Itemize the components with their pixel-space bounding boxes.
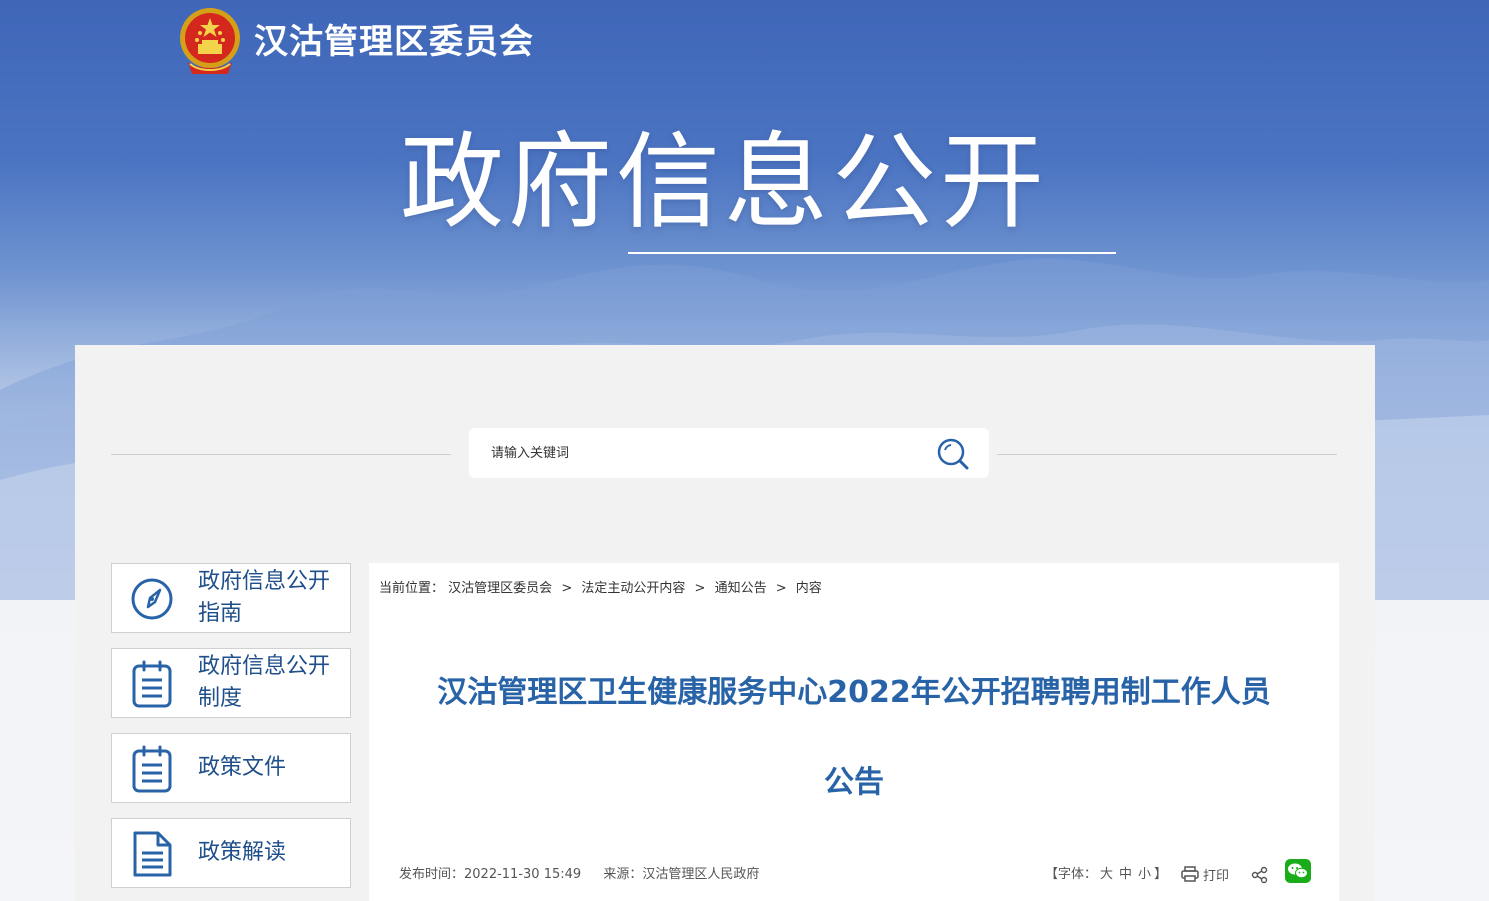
clipboard-icon <box>132 745 172 793</box>
compass-icon <box>131 578 173 620</box>
publish-time: 发布时间：2022-11-30 15:49 <box>399 867 581 882</box>
share-icon[interactable] <box>1251 866 1269 884</box>
hero-title: 政府信息公开 <box>400 121 1049 243</box>
sidebar-item-policy-interpretation[interactable]: 政策解读 <box>111 818 351 888</box>
breadcrumb-separator: > <box>561 581 573 596</box>
sidebar-item-disclosure-guide[interactable]: 政府信息公开指南 <box>111 563 351 633</box>
article-title: 汉沽管理区卫生健康服务中心2022年公开招聘聘用制工作人员 <box>437 675 1271 710</box>
article-panel: 当前位置： 汉沽管理区委员会 > 法定主动公开内容 > 通知公告 > 内容 汉沽… <box>369 563 1339 901</box>
national-emblem-logo <box>180 8 240 74</box>
divider-line <box>997 454 1337 455</box>
hero-underline <box>628 252 1116 254</box>
sidebar-item-label: 政策解读 <box>198 840 287 865</box>
font-size-label-close: 】 <box>1154 867 1168 882</box>
publish-value: 2022-11-30 15:49 <box>464 867 582 882</box>
document-icon <box>133 831 172 877</box>
sidebar-item-label: 政策文件 <box>198 755 287 780</box>
source-value: 汉沽管理区人民政府 <box>642 867 760 882</box>
site-name[interactable]: 汉沽管理区委员会 <box>254 20 534 64</box>
font-size-label: 【字体： <box>1045 867 1098 882</box>
breadcrumb-current[interactable]: 内容 <box>796 581 822 596</box>
breadcrumb: 当前位置： 汉沽管理区委员会 > 法定主动公开内容 > 通知公告 > 内容 <box>379 579 822 599</box>
sidebar-item-policy-documents[interactable]: 政策文件 <box>111 733 351 803</box>
wechat-icon[interactable] <box>1285 859 1311 883</box>
font-large-button[interactable]: 大 <box>1100 867 1113 882</box>
breadcrumb-separator: > <box>775 581 787 596</box>
divider-line <box>111 454 451 455</box>
breadcrumb-link-home[interactable]: 汉沽管理区委员会 <box>448 581 552 596</box>
breadcrumb-link-public-content[interactable]: 法定主动公开内容 <box>581 581 685 596</box>
source: 来源：汉沽管理区人民政府 <box>603 867 759 882</box>
font-medium-button[interactable]: 中 <box>1119 867 1132 882</box>
search-input[interactable] <box>491 438 911 468</box>
sidebar-item-disclosure-system[interactable]: 政府信息公开制度 <box>111 648 351 718</box>
article-title-continued: 公告 <box>824 765 884 800</box>
sidebar-item-label: 政府信息公开制度 <box>198 654 331 711</box>
article-tools: 【字体：大中小】 打印 <box>1045 859 1335 889</box>
clipboard-icon <box>132 660 172 708</box>
breadcrumb-link-notices[interactable]: 通知公告 <box>715 581 767 596</box>
printer-icon <box>1181 866 1199 882</box>
font-small-button[interactable]: 小 <box>1138 867 1151 882</box>
font-size-control: 【字体：大中小】 <box>1045 865 1167 885</box>
search-box <box>469 428 989 478</box>
sidebar-item-label: 政府信息公开指南 <box>198 569 331 626</box>
search-icon[interactable] <box>935 436 971 472</box>
source-label: 来源： <box>603 867 643 882</box>
print-button[interactable]: 打印 <box>1181 863 1229 885</box>
article-meta: 发布时间：2022-11-30 15:49 来源：汉沽管理区人民政府 <box>399 865 759 885</box>
breadcrumb-separator: > <box>694 581 706 596</box>
print-label: 打印 <box>1203 868 1230 884</box>
breadcrumb-prefix: 当前位置： <box>379 581 445 596</box>
publish-label: 发布时间： <box>399 867 465 882</box>
